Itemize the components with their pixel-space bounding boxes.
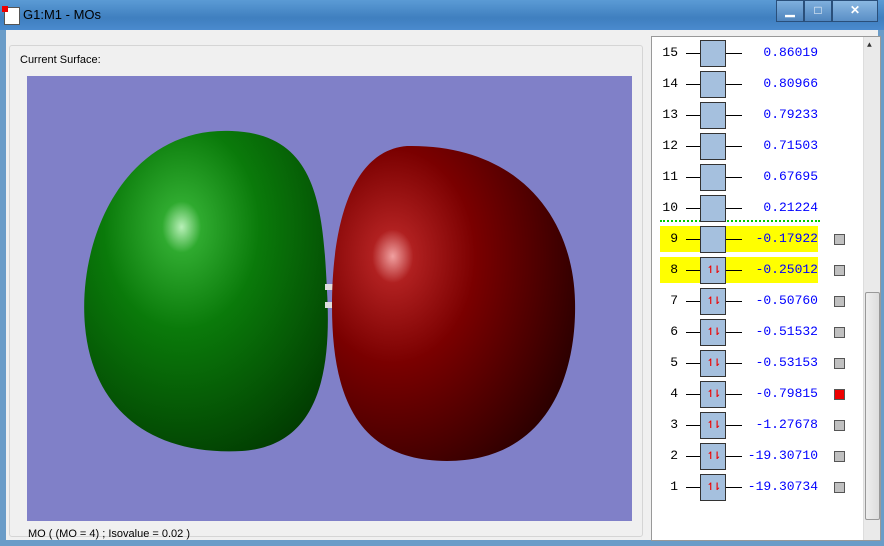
mo-surface-checkbox[interactable] [834, 234, 845, 245]
occupied-electrons-icon: ↿⇂ [700, 319, 726, 346]
app-icon [2, 6, 20, 25]
mo-number: 3 [670, 417, 678, 432]
occupied-electrons-icon: ↿⇂ [700, 381, 726, 408]
mo-row[interactable]: 2 ↿⇂ -19.30710 [652, 443, 862, 470]
mo-row[interactable]: 11 0.67695 [652, 164, 862, 191]
mo-row[interactable]: 4 ↿⇂ -0.79815 [652, 381, 862, 408]
mo-row[interactable]: 14 0.80966 [652, 71, 862, 98]
mo-row[interactable]: 7 ↿⇂ -0.50760 [652, 288, 862, 315]
scroll-up-icon[interactable]: ▲ [867, 41, 872, 50]
mo-row[interactable]: 12 0.71503 [652, 133, 862, 160]
empty-orbital-box [700, 71, 726, 98]
mo-row[interactable]: 8 ↿⇂ -0.25012 [652, 257, 862, 284]
mo-number: 12 [662, 138, 678, 153]
mo-surface-checkbox[interactable] [834, 389, 845, 400]
positive-lobe [332, 145, 576, 461]
mo-number: 5 [670, 355, 678, 370]
mo-energy: -0.51532 [755, 324, 818, 339]
mo-energy: -1.27678 [755, 417, 818, 432]
mo-energy: 0.21224 [763, 200, 818, 215]
mo-energy: 0.79233 [763, 107, 818, 122]
window-client: Current Surface: MO ( (MO = 4) ; Isovalu… [6, 30, 881, 541]
empty-orbital-box [700, 102, 726, 129]
mo-energy: 0.86019 [763, 45, 818, 60]
mo-energy: -0.79815 [755, 386, 818, 401]
mo-number: 2 [670, 448, 678, 463]
mo-energy: -19.30710 [747, 448, 818, 463]
title-bar: G1:M1 - MOs ▁ □ ✕ [0, 0, 884, 30]
close-button[interactable]: ✕ [832, 0, 878, 22]
mo-number: 6 [670, 324, 678, 339]
occupied-electrons-icon: ↿⇂ [700, 257, 726, 284]
maximize-button[interactable]: □ [804, 0, 832, 22]
mo-number: 4 [670, 386, 678, 401]
mo-row[interactable]: 15 0.86019 [652, 40, 862, 67]
empty-orbital-box [700, 164, 726, 191]
mo-number: 11 [662, 169, 678, 184]
mo-number: 9 [670, 231, 678, 246]
mo-number: 15 [662, 45, 678, 60]
minimize-button[interactable]: ▁ [776, 0, 804, 22]
mo-number: 8 [670, 262, 678, 277]
mo-row[interactable]: 9 -0.17922 [652, 226, 862, 253]
mo-surface-checkbox[interactable] [834, 482, 845, 493]
occupied-electrons-icon: ↿⇂ [700, 350, 726, 377]
empty-orbital-box [700, 195, 726, 222]
scrollbar[interactable]: ▲ [863, 37, 880, 540]
surface-status: MO ( (MO = 4) ; Isovalue = 0.02 ) [28, 528, 190, 540]
mo-number: 1 [670, 479, 678, 494]
empty-orbital-box [700, 226, 726, 253]
scrollbar-thumb[interactable] [865, 292, 880, 520]
group-label: Current Surface: [18, 54, 103, 66]
mo-surface-checkbox[interactable] [834, 327, 845, 338]
mo-row[interactable]: 5 ↿⇂ -0.53153 [652, 350, 862, 377]
window-title: G1:M1 - MOs [23, 7, 102, 22]
mo-surface-checkbox[interactable] [834, 296, 845, 307]
current-surface-group: Current Surface: MO ( (MO = 4) ; Isovalu… [9, 45, 643, 540]
mo-energy: -0.53153 [755, 355, 818, 370]
mo-energy: 0.71503 [763, 138, 818, 153]
mo-surface-checkbox[interactable] [834, 451, 845, 462]
mo-row[interactable]: 6 ↿⇂ -0.51532 [652, 319, 862, 346]
negative-lobe [84, 130, 328, 452]
mo-energy: -0.50760 [755, 293, 818, 308]
mo-number: 14 [662, 76, 678, 91]
mo-number: 13 [662, 107, 678, 122]
mo-surface-checkbox[interactable] [834, 420, 845, 431]
3d-viewport[interactable] [27, 76, 632, 521]
mo-energy: -0.25012 [755, 262, 818, 277]
mo-energy: 0.80966 [763, 76, 818, 91]
occupied-electrons-icon: ↿⇂ [700, 288, 726, 315]
occupied-electrons-icon: ↿⇂ [700, 474, 726, 501]
mo-energy: -0.17922 [755, 231, 818, 246]
mo-surface-checkbox[interactable] [834, 358, 845, 369]
mo-row[interactable]: 1 ↿⇂ -19.30734 [652, 474, 862, 501]
orbital-render [84, 130, 576, 461]
mo-energy: -19.30734 [747, 479, 818, 494]
mo-energy-list[interactable]: ▲ 15 0.86019 14 0.80966 13 0.79233 12 0.71503 11… [651, 36, 881, 541]
empty-orbital-box [700, 133, 726, 160]
mo-surface-checkbox[interactable] [834, 265, 845, 276]
mo-row[interactable]: 13 0.79233 [652, 102, 862, 129]
mo-energy: 0.67695 [763, 169, 818, 184]
occupied-electrons-icon: ↿⇂ [700, 443, 726, 470]
mo-number: 7 [670, 293, 678, 308]
mo-row[interactable]: 3 ↿⇂ -1.27678 [652, 412, 862, 439]
mo-row[interactable]: 10 0.21224 [652, 195, 862, 222]
mo-number: 10 [662, 200, 678, 215]
empty-orbital-box [700, 40, 726, 67]
occupied-electrons-icon: ↿⇂ [700, 412, 726, 439]
